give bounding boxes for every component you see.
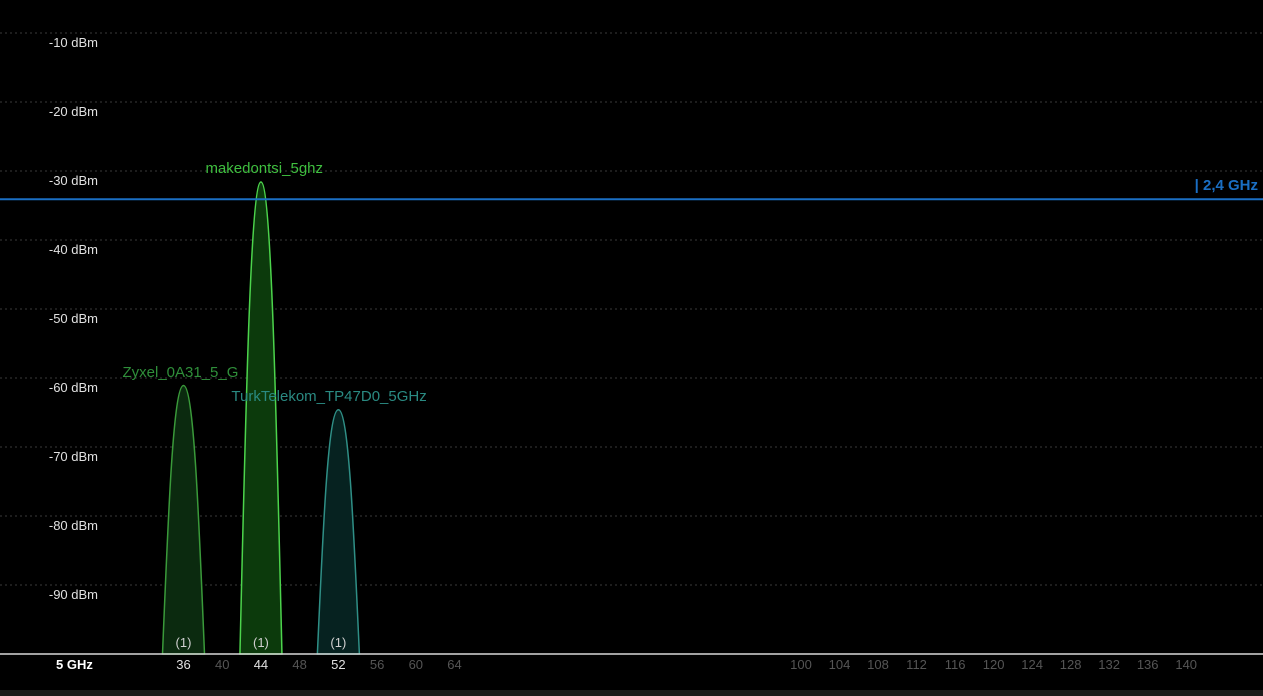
y-tick-label: -70 dBm	[48, 449, 98, 464]
y-tick-label: -40 dBm	[48, 242, 98, 257]
y-tick-label: -10 dBm	[48, 35, 98, 50]
channel-tick-56: 56	[369, 657, 385, 672]
channel-tick-140: 140	[1175, 657, 1198, 672]
channel-tick-116: 116	[944, 657, 966, 672]
channel-tick-120: 120	[982, 657, 1005, 672]
signal-curve-Zyxel_0A31_5_G[interactable]	[161, 384, 206, 655]
channel-tick-48: 48	[292, 657, 307, 672]
channel-tick-104: 104	[828, 657, 851, 672]
network-count-label: (1)	[252, 635, 269, 650]
y-tick-label: -90 dBm	[48, 587, 98, 602]
network-count-label: (1)	[175, 635, 192, 650]
y-tick-label: -80 dBm	[48, 518, 98, 533]
channel-tick-124: 124	[1021, 657, 1043, 672]
network-name-label[interactable]: makedontsi_5ghz	[205, 160, 323, 177]
channel-tick-36: 36	[176, 657, 191, 672]
channel-tick-60: 60	[408, 657, 424, 672]
y-tick-label: -30 dBm	[48, 173, 98, 188]
network-name-label[interactable]: Zyxel_0A31_5_G	[123, 364, 239, 381]
signal-chart	[0, 32, 1263, 655]
channel-tick-132: 132	[1098, 657, 1121, 672]
channel-tick-136: 136	[1136, 657, 1159, 672]
channel-tick-52: 52	[331, 657, 346, 672]
network-name-label[interactable]: TurkTelekom_TP47D0_5GHz	[231, 388, 426, 405]
channel-tick-40: 40	[214, 657, 230, 672]
signal-curve-TurkTelekom_TP47D0_5GHz[interactable]	[316, 408, 361, 655]
y-tick-label: -50 dBm	[48, 311, 98, 326]
channel-tick-100: 100	[790, 657, 812, 672]
channel-tick-108: 108	[867, 657, 889, 672]
band-2-4ghz-label[interactable]: | 2,4 GHz	[1195, 177, 1258, 194]
channel-tick-112: 112	[906, 657, 927, 672]
channel-tick-128: 128	[1059, 657, 1082, 672]
band-5ghz-label[interactable]: 5 GHz	[56, 657, 93, 672]
network-count-label: (1)	[330, 635, 347, 650]
channel-tick-64: 64	[447, 657, 462, 672]
network-curves	[161, 181, 361, 655]
channel-tick-44: 44	[253, 657, 269, 672]
signal-curve-makedontsi_5ghz[interactable]	[239, 181, 283, 655]
y-tick-label: -60 dBm	[48, 380, 98, 395]
y-tick-label: -20 dBm	[48, 104, 98, 119]
bottom-scroll-bar	[0, 690, 1263, 696]
